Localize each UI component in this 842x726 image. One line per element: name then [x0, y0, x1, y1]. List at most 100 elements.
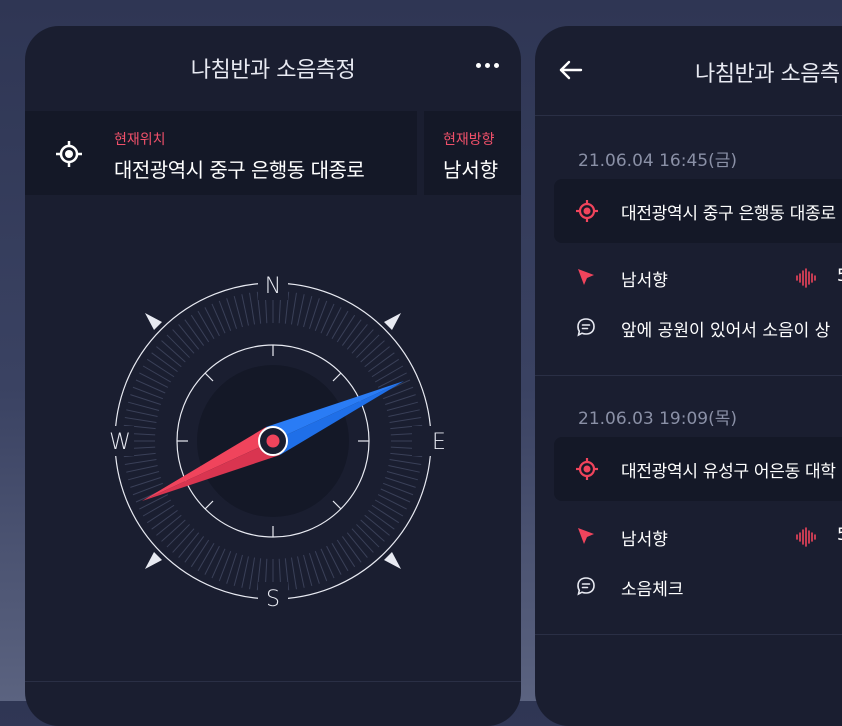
compass-tick [371, 358, 400, 378]
compass-tick [161, 519, 186, 542]
compass-tick [297, 294, 305, 326]
compass-tick [389, 417, 422, 424]
compass-tick [211, 548, 226, 579]
compass-tick [297, 556, 305, 588]
current-location-card: 현재위치 대전광역시 중구 은행동 대종로 [25, 111, 417, 195]
compass-tick [303, 554, 313, 587]
compass-tick [320, 303, 335, 334]
compass-tick [151, 352, 178, 373]
compass-tick [241, 556, 249, 588]
chat-bubble-icon [577, 318, 595, 337]
entry-direction-row: 남서향 5 [535, 264, 842, 292]
location-pin-icon [576, 200, 598, 222]
chat-bubble-icon [577, 577, 595, 596]
compass-tick [356, 334, 380, 358]
compass-tick [331, 542, 349, 572]
current-direction-value: 남서향 [443, 158, 499, 182]
compass-tick [190, 539, 210, 568]
entry-location-card: 대전광역시 중구 은행동 대종로 [554, 179, 842, 243]
compass-tick [184, 536, 205, 563]
compass-east-label: E [432, 430, 446, 455]
compass-north-label: N [265, 274, 281, 299]
compass-tick [166, 334, 190, 358]
entry-memo: 앞에 공원이 있어서 소음이 상 [621, 321, 831, 341]
more-icon[interactable] [476, 63, 499, 68]
compass-tick [290, 557, 297, 590]
compass-tick [126, 465, 158, 473]
compass-tick [303, 295, 313, 328]
compass-tick [172, 329, 195, 354]
compass-tick [190, 314, 210, 343]
compass-tick [389, 458, 422, 465]
entry-noise-value: 5 [837, 525, 842, 545]
compass-tick [204, 307, 220, 337]
compass-tick [368, 352, 395, 373]
compass-tick [341, 536, 362, 563]
current-location-label: 현재위치 [114, 132, 166, 148]
compass-tick [233, 295, 243, 328]
compass-tick [178, 532, 200, 558]
compass-tick [142, 499, 172, 517]
compass-tick [290, 292, 297, 325]
compass-tick [211, 303, 226, 334]
compass-tick [326, 307, 342, 337]
entry-date: 21.06.03 19:09(목) [578, 409, 738, 429]
compass-tick [146, 504, 175, 524]
compass-tick [124, 417, 157, 424]
divider [25, 681, 521, 682]
compass-west-label: W [109, 430, 131, 455]
compass-tick [139, 372, 169, 388]
compass-tick [386, 471, 419, 481]
compass-tick [156, 346, 182, 368]
entry-direction: 남서향 [621, 530, 668, 550]
compass-tick [388, 409, 420, 417]
compass-tick [166, 524, 190, 548]
compass-tick [142, 365, 172, 383]
compass-tick [360, 340, 385, 363]
compass-tick [126, 409, 158, 417]
compass-tick [346, 324, 368, 350]
compass-tick [364, 514, 390, 536]
back-arrow-icon[interactable] [559, 60, 583, 80]
compass-tick [197, 310, 215, 340]
location-target-icon[interactable] [54, 139, 84, 169]
entry-memo: 소음체크 [621, 580, 684, 600]
entry-location: 대전광역시 중구 은행동 대종로 [621, 204, 836, 224]
location-pin-icon [576, 458, 598, 480]
page-title: 나침반과 소음측 [695, 62, 840, 87]
compass-tick [368, 509, 395, 530]
compass-south-label: S [266, 587, 280, 612]
compass-tick [146, 358, 175, 378]
compass-tick [135, 379, 166, 394]
compass-screen: 나침반과 소음측정 현재위치 대전광역시 중구 은행동 대종로 현재방향 남서향 [25, 26, 521, 726]
compass-tick [351, 329, 374, 354]
compass-tick [336, 539, 356, 568]
compass-tick [172, 528, 195, 553]
entry-memo-row: 앞에 공원이 있어서 소음이 상 [535, 314, 842, 342]
page-title: 나침반과 소음측정 [190, 58, 356, 83]
compass-tick [184, 319, 205, 346]
compass-tick [351, 528, 374, 553]
compass-tick [249, 557, 256, 590]
compass-tick [197, 542, 215, 572]
direction-arrow-icon [578, 528, 594, 544]
compass-tick [204, 545, 220, 575]
compass-tick [371, 504, 400, 524]
entry-direction: 남서향 [621, 271, 668, 291]
divider [535, 115, 842, 116]
compass-tick [374, 499, 404, 517]
compass-tick [380, 488, 411, 503]
compass-tick [360, 519, 385, 542]
compass-tick [377, 494, 407, 510]
compass-tick [127, 471, 160, 481]
compass-tick [364, 346, 390, 368]
compass-tick [249, 292, 256, 325]
current-direction-card: 현재방향 남서향 [424, 111, 521, 195]
compass-dial: N S W E [104, 270, 446, 612]
compass-tick [124, 458, 157, 465]
entry-noise-value: 5 [837, 266, 842, 286]
compass-tick [178, 324, 200, 350]
compass-tick [156, 514, 182, 536]
compass-tick [374, 365, 404, 383]
entry-location-card: 대전광역시 유성구 어은동 대학 [554, 437, 842, 501]
